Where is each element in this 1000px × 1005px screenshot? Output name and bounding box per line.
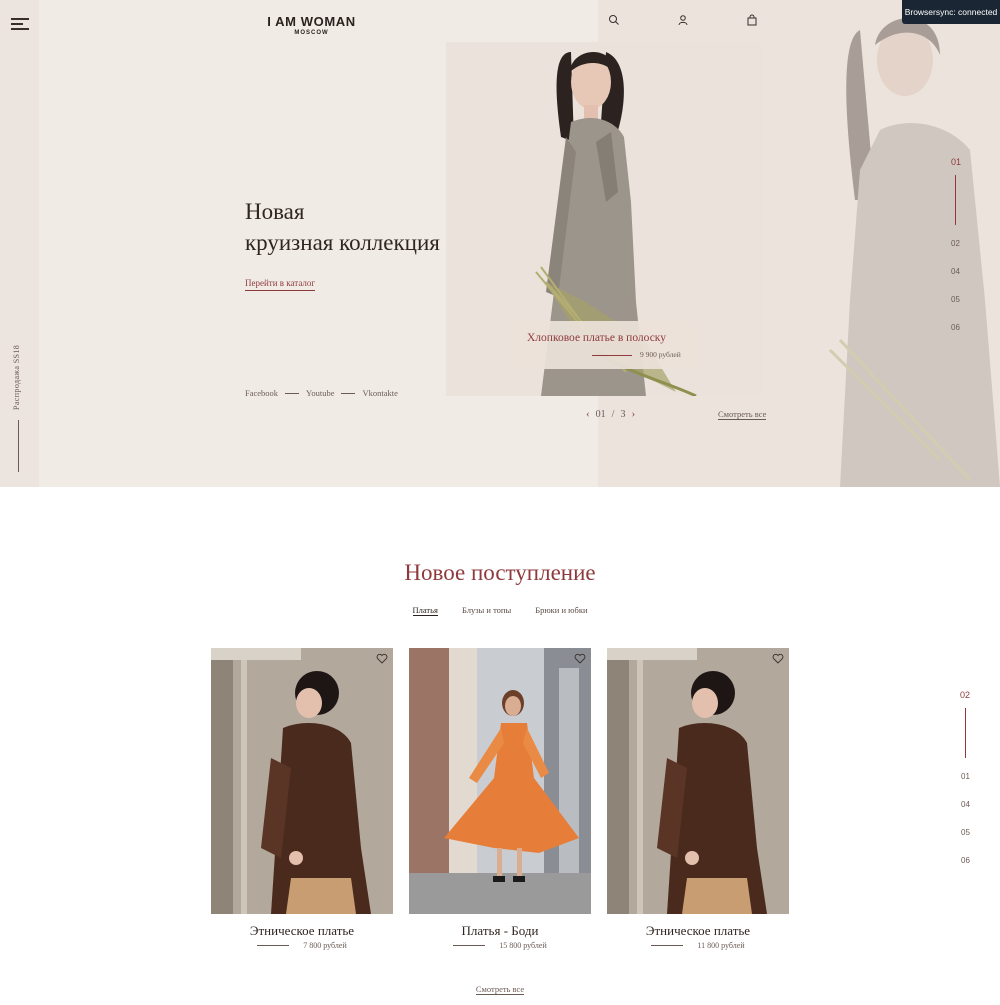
section-indicator[interactable]: 05 bbox=[961, 828, 970, 837]
product-price: 15 800 рублей bbox=[499, 941, 547, 950]
product-price: 11 800 рублей bbox=[697, 941, 745, 950]
tab-trousers[interactable]: Брюки и юбки bbox=[535, 605, 587, 616]
menu-icon[interactable] bbox=[11, 18, 29, 30]
slide-indicator[interactable]: 02 bbox=[951, 239, 960, 248]
product-image[interactable] bbox=[211, 648, 393, 914]
sale-link[interactable]: Распродажа SS18 bbox=[12, 345, 21, 410]
product-image[interactable] bbox=[607, 648, 789, 914]
tab-dresses[interactable]: Платья bbox=[412, 605, 438, 616]
heart-icon[interactable] bbox=[574, 653, 586, 664]
product-name[interactable]: Этническое платье bbox=[211, 923, 393, 939]
product-name[interactable]: Этническое платье bbox=[607, 923, 789, 939]
section-indicator[interactable]: 04 bbox=[961, 800, 970, 809]
hero-pager: ‹ 01 / 3 › bbox=[586, 408, 635, 420]
separator bbox=[341, 392, 356, 394]
chevron-right-icon[interactable]: › bbox=[631, 408, 635, 420]
section-indicator[interactable]: 06 bbox=[961, 856, 970, 865]
youtube-link[interactable]: Youtube bbox=[306, 388, 334, 398]
product-card[interactable]: Платья - Боди 15 800 рублей bbox=[409, 648, 591, 950]
logo[interactable]: I AM WOMAN MOSCOW bbox=[255, 14, 368, 36]
slide-indicator[interactable]: 05 bbox=[951, 295, 960, 304]
featured-product-card[interactable]: Хлопковое платье в полоску 9 900 рублей bbox=[512, 321, 699, 369]
logo-name: I AM WOMAN bbox=[267, 14, 356, 29]
price-line bbox=[257, 945, 290, 946]
pager-slash: / bbox=[611, 408, 615, 420]
pager-current: 01 bbox=[595, 408, 606, 420]
section-progress-bar bbox=[965, 708, 966, 758]
product-name[interactable]: Платья - Боди bbox=[409, 923, 591, 939]
slide-indicator[interactable]: 06 bbox=[951, 323, 960, 332]
product-price-row: 11 800 рублей bbox=[607, 941, 789, 950]
logo-city: MOSCOW bbox=[294, 30, 329, 36]
browsersync-badge: Browsersync: connected bbox=[902, 0, 1000, 24]
user-icon[interactable] bbox=[677, 14, 689, 26]
see-all-link[interactable]: Смотреть все bbox=[718, 409, 767, 420]
slide-indicator-active[interactable]: 01 bbox=[951, 157, 961, 167]
category-tabs: Платья Блузы и топы Брюки и юбки bbox=[0, 605, 1000, 616]
vkontakte-link[interactable]: Vkontakte bbox=[362, 388, 397, 398]
catalog-link[interactable]: Перейти в каталог bbox=[245, 278, 316, 291]
tab-blouses[interactable]: Блузы и топы bbox=[462, 605, 511, 616]
headline-line-1: Новая bbox=[245, 199, 305, 224]
featured-product-name: Хлопковое платье в полоску bbox=[527, 332, 666, 344]
bag-icon[interactable] bbox=[746, 14, 758, 26]
product-price: 7 800 рублей bbox=[303, 941, 347, 950]
hero-headline: Новая круизная коллекция '19 bbox=[245, 196, 473, 258]
left-rail bbox=[0, 0, 39, 487]
section-indicator-active[interactable]: 02 bbox=[960, 690, 970, 700]
ghost-photo bbox=[820, 0, 1000, 487]
heart-icon[interactable] bbox=[376, 653, 388, 664]
product-price-row: 15 800 рублей bbox=[409, 941, 591, 950]
product-image[interactable] bbox=[409, 648, 591, 914]
price-line bbox=[651, 945, 684, 946]
see-all-bottom: Смотреть все bbox=[0, 984, 1000, 995]
product-card[interactable]: Этническое платье 7 800 рублей bbox=[211, 648, 393, 950]
featured-product-price: 9 900 рублей bbox=[640, 350, 681, 359]
headline-line-2: круизная коллекция '19 bbox=[245, 230, 473, 255]
search-icon[interactable] bbox=[608, 14, 620, 26]
section-indicator[interactable]: 01 bbox=[961, 772, 970, 781]
see-all-link[interactable]: Смотреть все bbox=[475, 984, 525, 995]
new-arrivals-title: Новое поступление bbox=[404, 560, 596, 585]
chevron-left-icon[interactable]: ‹ bbox=[586, 408, 590, 420]
separator bbox=[285, 392, 300, 394]
price-line bbox=[453, 945, 486, 946]
facebook-link[interactable]: Facebook bbox=[245, 388, 278, 398]
slide-indicator[interactable]: 04 bbox=[951, 267, 960, 276]
heart-icon[interactable] bbox=[772, 653, 784, 664]
price-line bbox=[592, 355, 632, 356]
product-price-row: 7 800 рублей bbox=[211, 941, 393, 950]
slide-progress-bar bbox=[955, 175, 956, 225]
rail-divider bbox=[18, 420, 19, 472]
pager-total: 3 bbox=[620, 408, 626, 420]
social-links: Facebook Youtube Vkontakte bbox=[245, 388, 398, 398]
product-card[interactable]: Этническое платье 11 800 рублей bbox=[607, 648, 789, 950]
